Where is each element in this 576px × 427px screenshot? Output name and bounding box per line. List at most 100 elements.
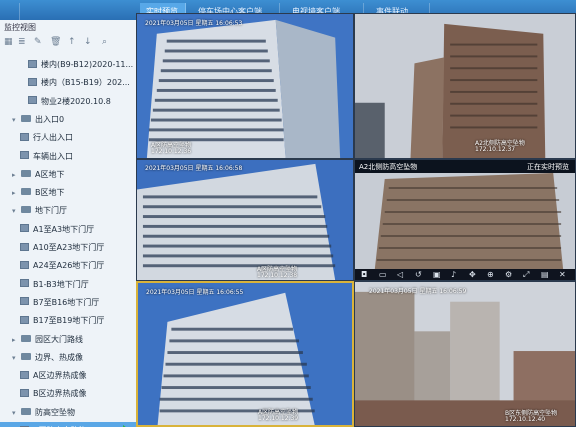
record-icon[interactable]: ▭ [379, 270, 387, 279]
osd-timestamp: 2021年03月05日 星期五 16:06:58 [145, 165, 243, 172]
tree-item-label: 车辆出入口 [33, 151, 73, 161]
building-view-2 [355, 14, 575, 158]
video-cell-6[interactable]: 2021年03月05日 星期五 16:06:59 B区东侧防高空坠物 172.1… [354, 281, 576, 427]
settings-icon[interactable]: ⚙ [505, 270, 512, 279]
tree-item-label: 物业2楼2020.10.8 [41, 96, 111, 106]
talk-icon[interactable]: ▣ [433, 270, 441, 279]
osd-timestamp: 2021年03月05日 星期五 16:06:59 [369, 288, 467, 295]
chevron-down-icon[interactable]: ▾ [12, 203, 21, 220]
tree-item-label: A1至A3地下门厅 [33, 224, 95, 234]
edit-icon[interactable]: ✎ [34, 37, 42, 47]
folder-icon [21, 334, 31, 342]
sidebar-title: 监控视图 [4, 23, 36, 32]
osd-ip: 172.10.12.38 [257, 272, 298, 279]
camera-icon [20, 297, 29, 306]
audio-icon[interactable]: ◁ [397, 270, 403, 279]
search-icon[interactable]: ⌕ [102, 37, 107, 47]
playback-icon[interactable]: ↺ [415, 270, 422, 279]
cell-status-bar: A2北侧防高空坠物 正在实时预览 [355, 160, 575, 173]
snapshot-icon[interactable]: ◘ [361, 270, 367, 279]
chevron-right-icon[interactable]: ▸ [12, 185, 21, 202]
camera-icon [28, 77, 37, 86]
osd-ip: 172.10.12.39 [258, 415, 299, 422]
tree-item-label: 地下门厅 [35, 206, 67, 216]
ptz-icon[interactable]: ✥ [469, 270, 476, 279]
video-cell-5[interactable]: 2021年03月05日 星期五 16:06:55 A区防高空坠物 172.10.… [136, 281, 354, 427]
osd-timestamp: 2021年03月05日 星期五 16:06:53 [145, 20, 243, 27]
tree-camera[interactable]: B区边界热成像 [0, 385, 136, 402]
camera-icon [20, 260, 29, 269]
tree-group[interactable]: ▾ 出入口0 [0, 111, 136, 128]
tree-item-label: B区地下 [35, 188, 65, 198]
tree-item-label: 防高空坠物 [35, 407, 75, 417]
osd-timestamp: 2021年03月05日 星期五 16:06:55 [146, 289, 244, 296]
video-cell-2[interactable]: A2北侧防高空坠物 172.10.12.37 [354, 13, 576, 159]
tree-camera[interactable]: A1至A3地下门厅 [0, 221, 136, 238]
video-grid: 2021年03月05日 星期五 16:06:53 A区防高空坠物 172.10.… [136, 13, 576, 427]
tree-camera[interactable]: B7至B16地下门厅 [0, 294, 136, 311]
tree-group[interactable]: ▾ 地下门厅 [0, 202, 136, 219]
tree-camera[interactable]: A区边界热成像 [0, 367, 136, 384]
sort-icon[interactable]: ≣ [18, 37, 26, 47]
fullscreen-icon[interactable]: ⤢ [523, 270, 529, 280]
move-down-icon[interactable]: ↓ [84, 37, 92, 47]
osd-ip: 172.10.12.40 [505, 416, 546, 423]
mic-icon[interactable]: ♪ [451, 270, 456, 279]
osd-ip: 172.10.12.36 [151, 148, 192, 155]
chevron-right-icon[interactable]: ▸ [12, 332, 21, 349]
tree-camera[interactable]: 楼内(B9-B12)2020-11... [0, 56, 136, 73]
chevron-down-icon[interactable]: ▾ [12, 405, 21, 422]
delete-icon[interactable]: 🗑 [50, 37, 61, 47]
chevron-down-icon[interactable]: ▾ [12, 112, 21, 129]
tree-group[interactable]: ▾ 防高空坠物 [0, 404, 136, 421]
tree-item-label: B1-B3地下门厅 [33, 279, 89, 289]
tree-item-label: 行人出入口 [33, 133, 73, 143]
folder-icon [21, 114, 31, 122]
sidebar: 监控视图 ▦ ≣ ✎ 🗑 ↑ ↓ ⌕ 楼内(B9-B12)2020-11... 楼… [0, 20, 137, 427]
video-cell-3[interactable]: 2021年03月05日 星期五 16:06:58 A区防高空坠物 172.10.… [136, 159, 354, 281]
chevron-right-icon[interactable]: ▸ [12, 167, 21, 184]
client-window: 监控视图 实时预览 停车场中心客户端 电视墙客户端 事件联动 监控视图 ▦ ≣ … [0, 0, 576, 427]
tree-camera[interactable]: 物业2楼2020.10.8 [0, 93, 136, 110]
folder-icon [21, 169, 31, 177]
new-icon[interactable]: ▦ [4, 37, 13, 47]
building-view-1 [137, 14, 353, 158]
tree-camera[interactable]: 行人出入口 [0, 129, 136, 146]
tree-camera[interactable]: A24至A26地下门厅 [0, 257, 136, 274]
tree-camera[interactable]: 楼内（B15-B19）202... [0, 74, 136, 91]
tree-camera[interactable]: A10至A23地下门厅 [0, 239, 136, 256]
tree-camera[interactable]: B1-B3地下门厅 [0, 276, 136, 293]
tree-item-label: B7至B16地下门厅 [33, 297, 100, 307]
camera-icon [20, 315, 29, 324]
camera-icon [20, 224, 29, 233]
tree-camera[interactable]: B17至B19地下门厅 [0, 312, 136, 329]
tree-group[interactable]: ▸ B区地下 [0, 184, 136, 201]
video-cell-4[interactable]: A2北侧防高空坠物 正在实时预览 ◘ ▭ ◁ ↺ ▣ ♪ ✥ ⊕ ⚙ ⤢ ▤ ✕ [354, 159, 576, 281]
video-cell-1[interactable]: 2021年03月05日 星期五 16:06:53 A区防高空坠物 172.10.… [136, 13, 354, 159]
tree-item-label: 边界、热成像 [35, 352, 83, 362]
osd-ip: 172.10.12.37 [475, 146, 516, 153]
chevron-down-icon[interactable]: ▾ [12, 350, 21, 367]
tree-item-label: A24至A26地下门厅 [33, 261, 105, 271]
building-view-3 [137, 160, 353, 280]
camera-icon [20, 132, 29, 141]
tree-camera[interactable]: 车辆出入口 [0, 148, 136, 165]
tree-item-label: B区边界热成像 [33, 389, 87, 399]
move-up-icon[interactable]: ↑ [68, 37, 76, 47]
cell-camera-name: A2北侧防高空坠物 [359, 163, 418, 171]
stream-icon[interactable]: ▤ [541, 270, 549, 279]
close-icon[interactable]: ✕ [559, 270, 566, 279]
tab-home[interactable]: 监控视图 [0, 3, 20, 20]
video-control-bar: ◘ ▭ ◁ ↺ ▣ ♪ ✥ ⊕ ⚙ ⤢ ▤ ✕ [355, 269, 575, 280]
camera-icon [28, 96, 37, 105]
folder-icon [21, 352, 31, 360]
zoom-icon[interactable]: ⊕ [487, 270, 494, 279]
tree-group[interactable]: ▸ A区地下 [0, 166, 136, 183]
tree-group[interactable]: ▸ 园区大门路线 [0, 331, 136, 348]
tree-item-label: A10至A23地下门厅 [33, 243, 105, 252]
tree-group[interactable]: ▾ 边界、热成像 [0, 349, 136, 366]
tree-camera[interactable]: A区防高空坠物 [0, 422, 136, 427]
camera-icon [20, 370, 29, 379]
building-view-6 [355, 282, 575, 426]
folder-icon [21, 188, 31, 196]
